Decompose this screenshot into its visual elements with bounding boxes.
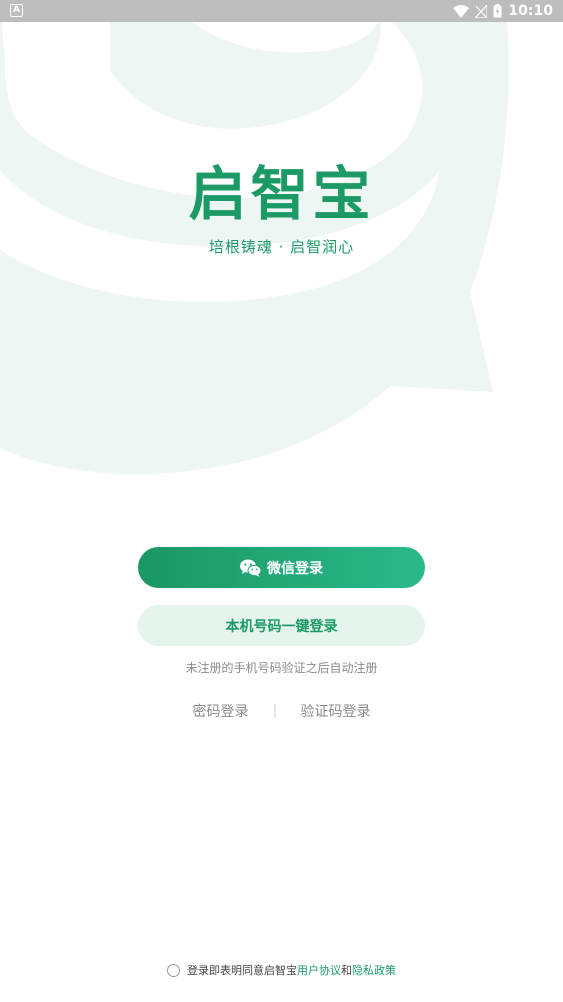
agreement-prefix: 登录即表明同意启智宝 (187, 964, 297, 977)
signal-off-icon (475, 4, 488, 18)
status-time: 10:10 (508, 3, 553, 19)
app-title: 启智宝 (188, 160, 375, 228)
auto-register-hint: 未注册的手机号码验证之后自动注册 (185, 661, 378, 675)
agreement-row: 登录即表明同意启智宝 用户协议 和 隐私政策 (0, 961, 563, 979)
status-bar: A 10:10 (0, 0, 563, 22)
alt-login-options: 密码登录 验证码登录 (0, 700, 563, 722)
wechat-login-button[interactable]: 微信登录 (138, 547, 425, 588)
wechat-icon (240, 559, 261, 577)
notification-a-icon: A (10, 4, 23, 17)
phone-login-label: 本机号码一键登录 (225, 618, 338, 635)
agreement-checkbox[interactable] (167, 963, 180, 977)
brand-block: 启智宝 培根铸魂 · 启智润心 (0, 158, 563, 257)
alt-login-divider (273, 704, 276, 718)
status-icons: 10:10 (453, 0, 553, 22)
battery-charging-icon (493, 4, 502, 18)
phone-one-tap-login-button[interactable]: 本机号码一键登录 (138, 605, 425, 646)
app-slogan: 培根铸魂 · 启智润心 (208, 238, 355, 256)
password-login-link[interactable]: 密码登录 (193, 701, 249, 721)
agreement-and: 和 (341, 964, 352, 977)
background-logo-watermark (0, 0, 509, 475)
code-login-link[interactable]: 验证码登录 (301, 701, 371, 721)
privacy-policy-link[interactable]: 隐私政策 (352, 962, 396, 978)
wechat-login-label: 微信登录 (267, 560, 323, 577)
user-agreement-link[interactable]: 用户协议 (297, 962, 341, 978)
wifi-icon (453, 4, 470, 18)
